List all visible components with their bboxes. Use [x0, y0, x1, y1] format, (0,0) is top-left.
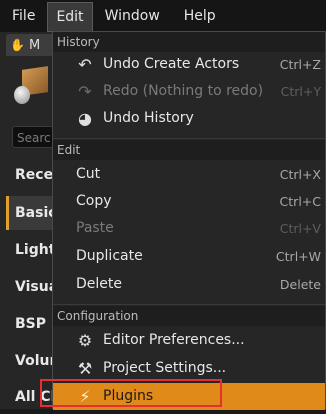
separator [53, 304, 325, 305]
modes-icon: ✋ [10, 38, 25, 52]
menu-item-copy[interactable]: Copy Ctrl+C [53, 188, 325, 215]
menu-item-delete[interactable]: Delete Delete [53, 271, 325, 298]
editor-preferences-icon: ⚙ [77, 331, 93, 350]
menu-item-undo[interactable]: ↶ Undo Create Actors Ctrl+Z [53, 51, 325, 78]
menu-bar: File Edit Window Help [0, 0, 326, 33]
category-recent[interactable]: Rece [6, 158, 56, 192]
menu-item-duplicate[interactable]: Duplicate Ctrl+W [53, 243, 325, 270]
menu-help[interactable]: Help [172, 0, 228, 32]
menu-item-cut[interactable]: Cut Ctrl+X [53, 161, 325, 188]
undo-icon: ↶ [78, 55, 92, 74]
category-basic[interactable]: Basic [6, 196, 57, 230]
section-header-configuration: Configuration [53, 306, 325, 326]
category-lights[interactable]: Light [6, 233, 56, 267]
category-visual[interactable]: Visua [6, 270, 58, 304]
light-bulb-icon [14, 86, 30, 104]
category-bsp[interactable]: BSP [6, 307, 56, 341]
menu-item-project-settings[interactable]: ⚒ Project Settings... [53, 355, 325, 382]
menu-edit[interactable]: Edit [47, 1, 93, 32]
menu-item-undo-history[interactable]: ◕ Undo History [53, 105, 325, 132]
section-header-history: History [53, 32, 325, 52]
menu-window[interactable]: Window [93, 0, 172, 32]
history-icon: ◕ [78, 109, 92, 128]
menu-item-plugins[interactable]: ⚡ Plugins [53, 383, 325, 410]
plugins-icon: ⚡ [79, 387, 91, 406]
menu-item-redo[interactable]: ↷ Redo (Nothing to redo) Ctrl+Y [53, 78, 325, 105]
separator [53, 138, 325, 139]
category-volumes[interactable]: Volur [6, 344, 56, 378]
asset-thumbnail [10, 66, 50, 112]
edit-dropdown-menu: History ↶ Undo Create Actors Ctrl+Z ↷ Re… [52, 31, 326, 410]
redo-icon: ↷ [78, 82, 92, 101]
project-settings-icon: ⚒ [77, 359, 93, 378]
menu-file[interactable]: File [0, 0, 47, 32]
modes-tab-label: M [28, 37, 41, 53]
menu-item-paste[interactable]: Paste Ctrl+V [53, 215, 325, 242]
menu-item-editor-preferences[interactable]: ⚙ Editor Preferences... [53, 327, 325, 354]
search-input[interactable]: Searc [12, 126, 56, 148]
section-header-edit: Edit [53, 140, 325, 160]
modes-tab[interactable]: ✋ M [6, 34, 56, 56]
